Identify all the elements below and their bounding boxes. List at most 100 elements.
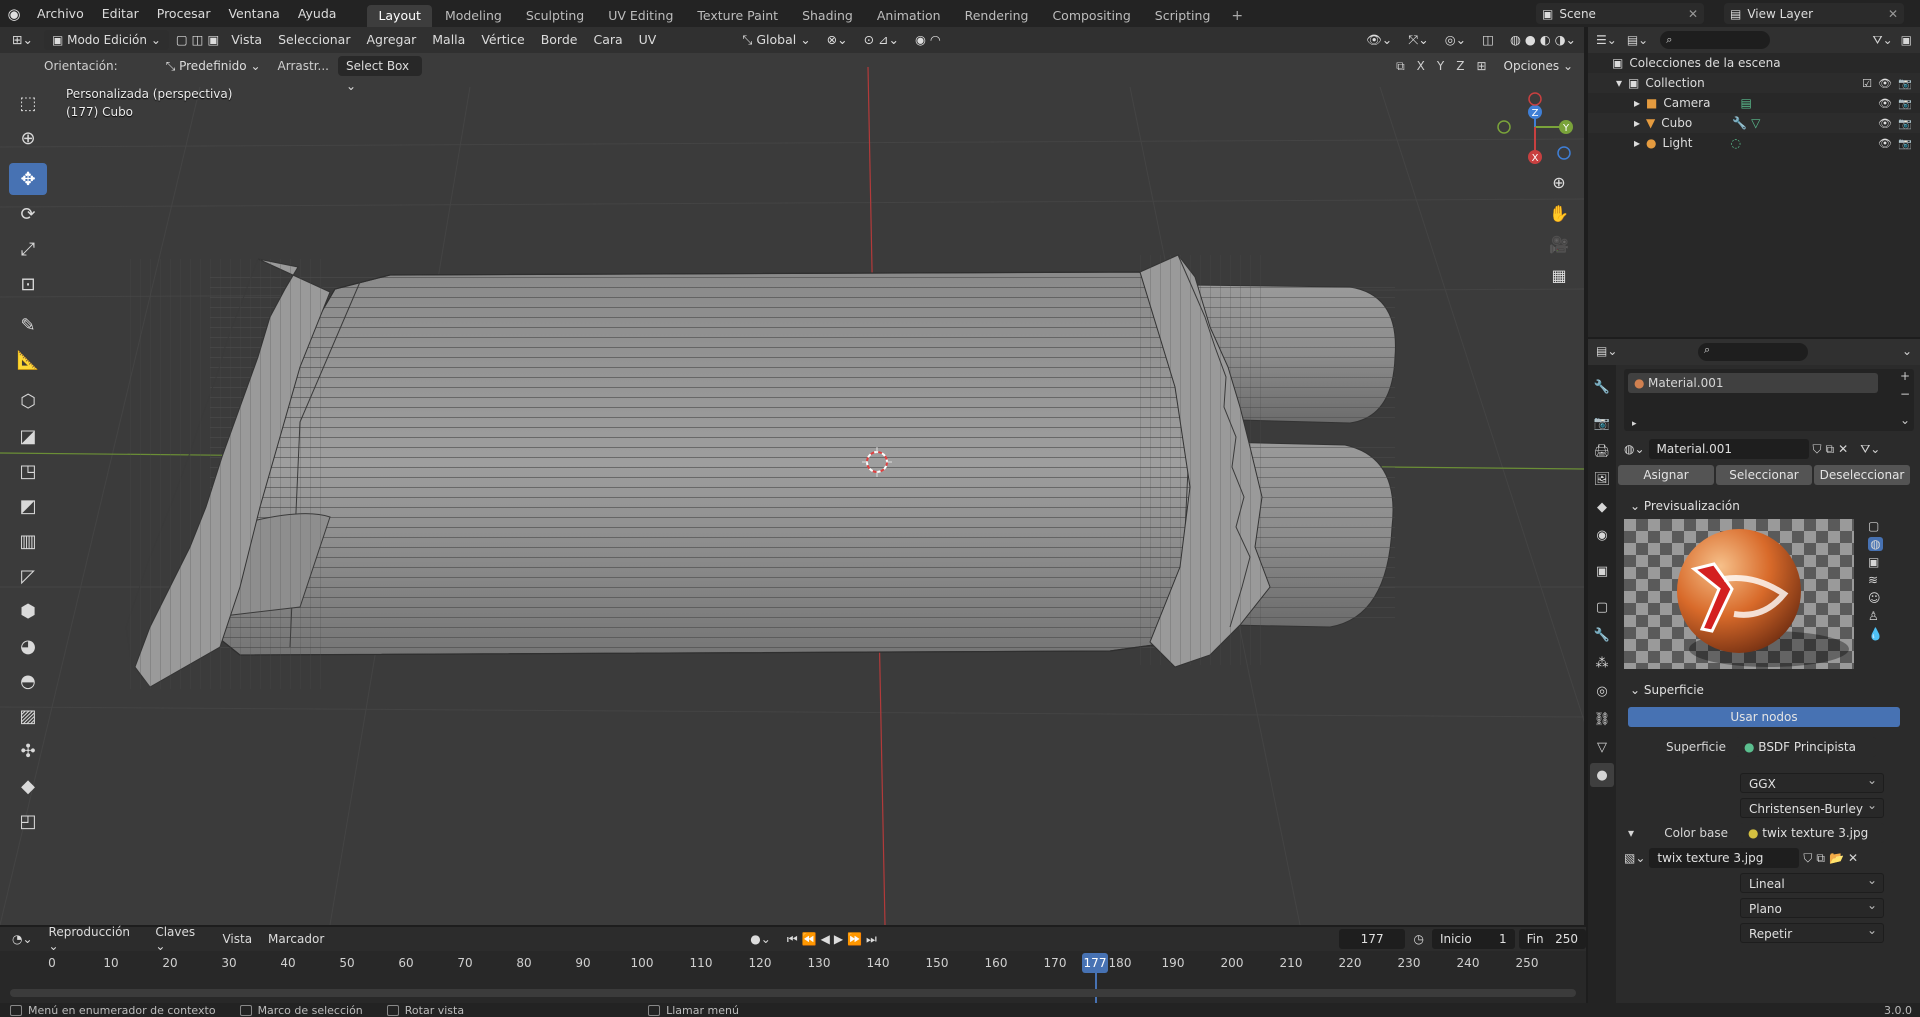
- timeline-editor-icon[interactable]: ◔⌄: [0, 932, 41, 946]
- preview-flat-icon[interactable]: ▢: [1868, 519, 1883, 533]
- tab-uv-editing[interactable]: UV Editing: [597, 5, 684, 27]
- constraints-tab-icon[interactable]: ⛓: [1590, 707, 1614, 731]
- tab-modeling[interactable]: Modeling: [434, 5, 513, 27]
- interpolation-select[interactable]: Lineal: [1740, 870, 1884, 893]
- expand-icon[interactable]: ▸: [1634, 116, 1640, 130]
- gizmo-toggle-icon[interactable]: ⤧⌄: [1400, 27, 1436, 53]
- transform-orientation-dropdown[interactable]: ⤡ Global ⌄: [734, 27, 818, 53]
- unlink-icon[interactable]: ✕: [1838, 442, 1848, 456]
- play-reverse-icon[interactable]: ◀: [821, 932, 834, 946]
- object-tab-icon[interactable]: ▢: [1590, 595, 1614, 619]
- extension-select[interactable]: Repetir: [1740, 920, 1884, 943]
- surface-shader-field[interactable]: ● BSDF Principista: [1736, 737, 1876, 757]
- mode-dropdown[interactable]: ▣ Modo Edición ⌄: [43, 30, 169, 50]
- new-collection-icon[interactable]: ▣: [1901, 33, 1912, 47]
- surface-panel-header[interactable]: ⌄ Superficie: [1624, 677, 1914, 703]
- axis-x-toggle[interactable]: X: [1411, 59, 1431, 73]
- auto-merge-icon[interactable]: ⊞: [1470, 59, 1492, 73]
- clock-icon[interactable]: ◷: [1405, 932, 1431, 946]
- remove-slot-icon[interactable]: −: [1900, 387, 1918, 401]
- material-browse-icon[interactable]: ◍⌄: [1624, 442, 1645, 456]
- slot-menu-icon[interactable]: ⌄: [1900, 413, 1918, 427]
- particles-tab-icon[interactable]: ⁂: [1590, 651, 1614, 675]
- tab-texture-paint[interactable]: Texture Paint: [686, 5, 789, 27]
- checkbox-icon[interactable]: ☑: [1862, 77, 1872, 90]
- tab-layout[interactable]: Layout: [367, 5, 432, 27]
- edge-slide-icon[interactable]: ▨: [9, 700, 47, 732]
- preview-cloth-icon[interactable]: ♙: [1868, 609, 1883, 623]
- menu-ventana[interactable]: Ventana: [219, 0, 288, 27]
- inset-icon[interactable]: ◳: [9, 455, 47, 487]
- smooth-icon[interactable]: ◓: [9, 665, 47, 697]
- poly-build-icon[interactable]: ⬢: [9, 595, 47, 627]
- menu-seleccionar[interactable]: Seleccionar: [270, 27, 358, 53]
- menu-reproduccion[interactable]: Reproducción ⌄: [41, 925, 148, 953]
- view-layer-selector[interactable]: ▤ View Layer ✕: [1724, 3, 1904, 24]
- menu-vista-timeline[interactable]: Vista: [214, 932, 260, 946]
- snap-icon[interactable]: ⊙ ⊿⌄: [856, 27, 907, 53]
- properties-search-input[interactable]: ⌕: [1698, 343, 1808, 361]
- tab-compositing[interactable]: Compositing: [1041, 5, 1141, 27]
- shrink-fatten-icon[interactable]: ✣: [9, 735, 47, 767]
- eye-icon[interactable]: 👁: [1878, 137, 1892, 150]
- material-slot-item[interactable]: ● Material.001: [1628, 373, 1878, 393]
- shear-icon[interactable]: ◆: [9, 770, 47, 802]
- options-dropdown[interactable]: Opciones ⌄: [1496, 56, 1581, 76]
- menu-agregar[interactable]: Agregar: [358, 27, 424, 53]
- expand-icon[interactable]: ▾: [1628, 826, 1642, 840]
- outliner-item-light[interactable]: ▸ ● Light ◌ 👁 📷: [1588, 133, 1920, 153]
- modifier-tab-icon[interactable]: 🔧: [1590, 623, 1614, 647]
- outliner-item-cubo[interactable]: ▸ ▼ Cubo 🔧 ▽ 👁 📷: [1588, 113, 1920, 133]
- loop-cut-icon[interactable]: ▥: [9, 525, 47, 557]
- camera-view-icon[interactable]: 🎥: [1544, 229, 1574, 259]
- blender-logo-icon[interactable]: ◉: [0, 0, 28, 27]
- scale-icon[interactable]: ⤢: [9, 233, 47, 265]
- link-type-icon[interactable]: ⛛⌄: [1860, 442, 1880, 457]
- scene-selector[interactable]: ▣ Scene ✕: [1536, 3, 1704, 24]
- select-button[interactable]: Seleccionar: [1716, 465, 1812, 485]
- record-icon[interactable]: ●⌄: [742, 932, 779, 946]
- overlays-icon[interactable]: ◎⌄: [1437, 27, 1474, 53]
- visibility-icon[interactable]: 👁⌄: [1358, 27, 1400, 53]
- preview-panel-header[interactable]: ⌄ Previsualización: [1624, 493, 1914, 519]
- menu-claves[interactable]: Claves ⌄: [147, 925, 214, 953]
- material-name-field[interactable]: Material.001: [1648, 439, 1809, 459]
- add-workspace-icon[interactable]: +: [1223, 5, 1251, 27]
- expand-icon[interactable]: ▸: [1634, 136, 1640, 150]
- axis-y-toggle[interactable]: Y: [1431, 59, 1450, 73]
- camera-render-icon[interactable]: 📷: [1898, 137, 1912, 150]
- camera-render-icon[interactable]: 📷: [1898, 97, 1912, 110]
- collection-tab-icon[interactable]: ▣: [1590, 559, 1614, 583]
- menu-editar[interactable]: Editar: [93, 0, 148, 27]
- jump-end-icon[interactable]: ⏭: [866, 932, 881, 946]
- end-frame-field[interactable]: Fin 250: [1518, 929, 1586, 949]
- proportional-edit-icon[interactable]: ◉ ◠: [907, 27, 949, 53]
- bevel-icon[interactable]: ◩: [9, 490, 47, 522]
- menu-archivo[interactable]: Archivo: [28, 0, 93, 27]
- cursor-icon[interactable]: ⊕: [9, 122, 47, 154]
- knife-icon[interactable]: ◸: [9, 560, 47, 592]
- rotate-icon[interactable]: ⟳: [9, 198, 47, 230]
- tool-tab-icon[interactable]: 🔧: [1590, 375, 1614, 399]
- duplicate-icon[interactable]: ⧉: [1826, 442, 1835, 457]
- next-key-icon[interactable]: ⏩: [847, 932, 866, 946]
- subsurface-method-select[interactable]: Christensen-Burley: [1740, 795, 1884, 818]
- tab-sculpting[interactable]: Sculpting: [515, 5, 595, 27]
- tab-rendering[interactable]: Rendering: [954, 5, 1040, 27]
- options-chevron-icon[interactable]: ⌄: [1902, 344, 1912, 358]
- transform-icon[interactable]: ⊡: [9, 268, 47, 300]
- add-cube-icon[interactable]: ⬡: [9, 385, 47, 417]
- editor-type-icon[interactable]: ⊞⌄: [0, 27, 41, 53]
- duplicate-icon[interactable]: ⧉: [1816, 851, 1825, 866]
- perspective-grid-icon[interactable]: ▦: [1544, 260, 1574, 290]
- menu-cara[interactable]: Cara: [585, 27, 630, 53]
- expand-icon[interactable]: ▾: [1616, 76, 1622, 90]
- preview-fluid-icon[interactable]: 💧: [1868, 627, 1883, 641]
- select-box-icon[interactable]: ⬚: [9, 87, 47, 119]
- menu-borde[interactable]: Borde: [533, 27, 586, 53]
- axis-z-toggle[interactable]: Z: [1450, 59, 1470, 73]
- eye-icon[interactable]: 👁: [1878, 77, 1892, 90]
- select-mode-icons[interactable]: ▢ ◫ ▣: [172, 27, 223, 53]
- filter-icon[interactable]: ⛛⌄: [1873, 33, 1893, 48]
- zoom-icon[interactable]: ⊕: [1544, 167, 1574, 197]
